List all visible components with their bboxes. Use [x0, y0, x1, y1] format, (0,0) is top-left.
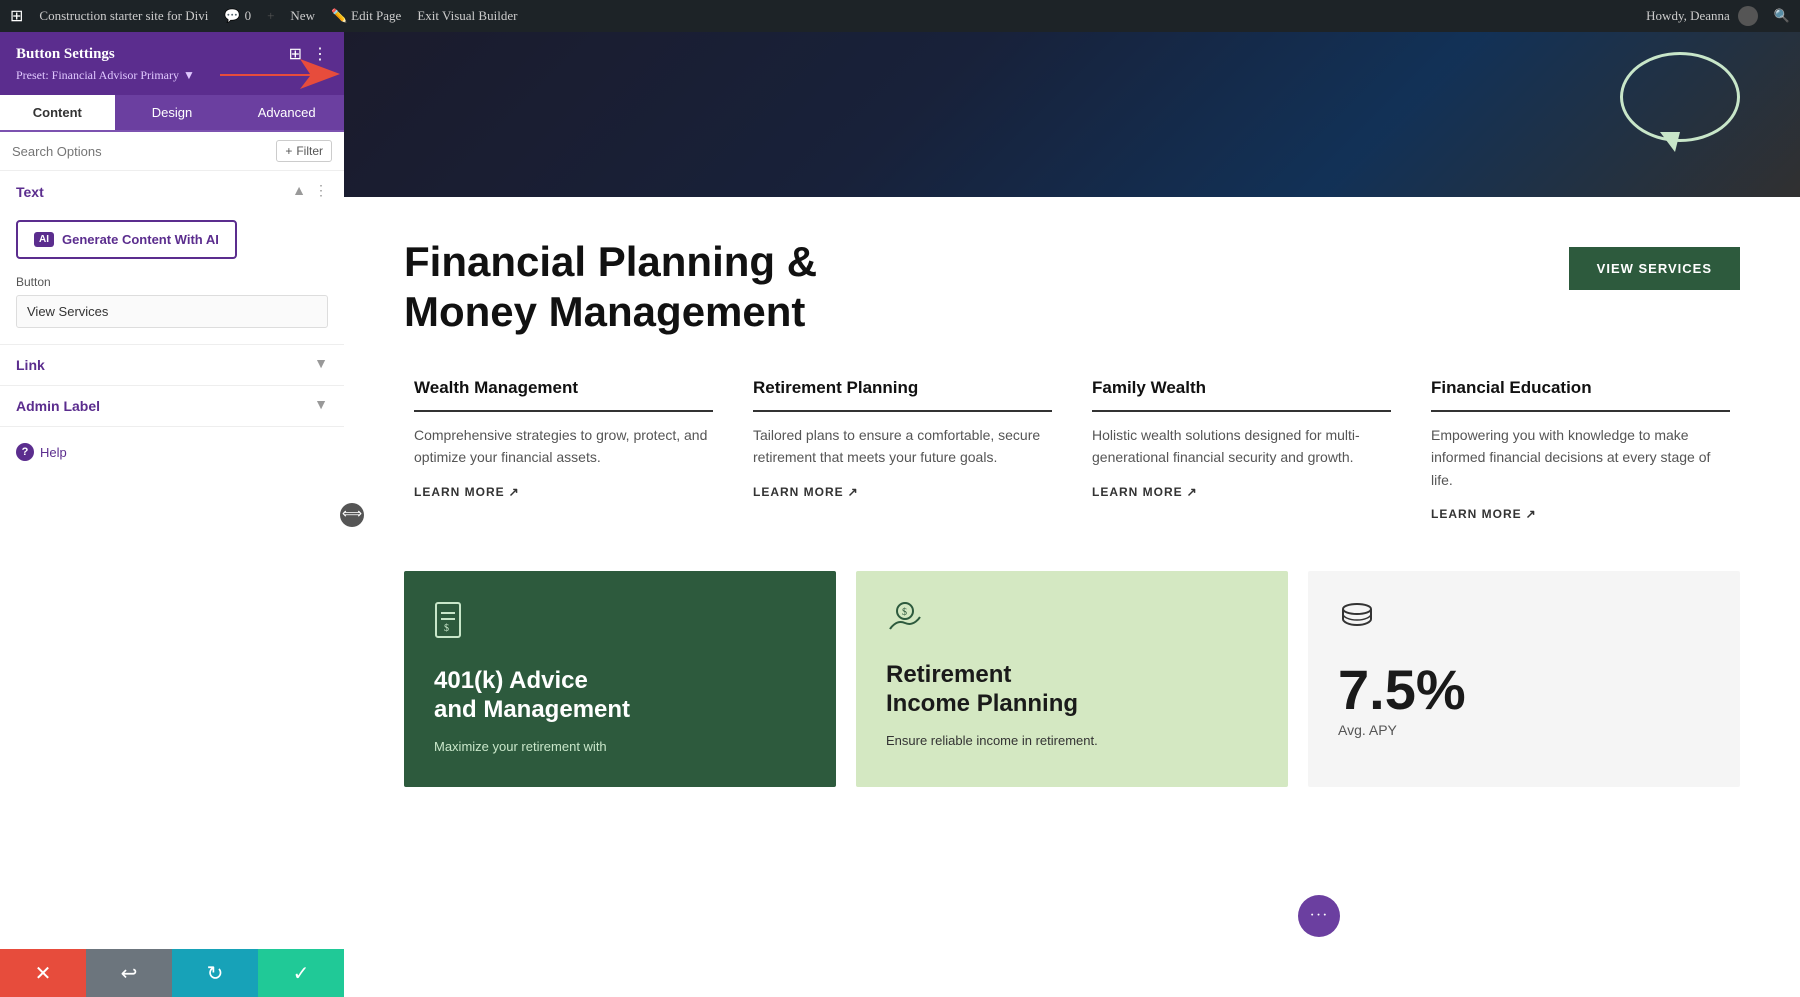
- text-section-header[interactable]: Text ▲ ⋮: [0, 171, 344, 212]
- admin-label-section: Admin Label ▼: [0, 386, 344, 427]
- service-card-financial-education: Financial Education Empowering you with …: [1421, 378, 1740, 521]
- service-card-retirement: Retirement Planning Tailored plans to en…: [743, 378, 1062, 521]
- text-section: Text ▲ ⋮ AI Generate Content With AI But…: [0, 171, 344, 345]
- hero-section: [344, 32, 1800, 197]
- button-field-label: Button: [16, 275, 328, 289]
- filter-button[interactable]: + Filter: [276, 140, 332, 162]
- link-section-header[interactable]: Link ▼: [0, 345, 344, 385]
- panel-toggle-button[interactable]: ⟺: [340, 503, 364, 527]
- search-input[interactable]: [12, 144, 268, 159]
- retirement-planning-learn-more[interactable]: LEARN MORE ↗: [753, 485, 1052, 499]
- wealth-management-title: Wealth Management: [414, 378, 713, 412]
- wordpress-toolbar: ⊞ Construction starter site for Divi 💬 0…: [0, 0, 1800, 32]
- arrow-icon: ↗: [848, 485, 859, 499]
- admin-label-section-header[interactable]: Admin Label ▼: [0, 386, 344, 426]
- card-stat-icon: [1338, 601, 1710, 637]
- filter-icon: +: [285, 144, 292, 158]
- chevron-down-icon: ▼: [183, 68, 195, 83]
- wp-logo-icon: ⊞: [10, 6, 23, 26]
- site-name-link[interactable]: Construction starter site for Divi: [39, 8, 208, 24]
- stat-label: Avg. APY: [1338, 722, 1710, 738]
- card-stat: 7.5% Avg. APY: [1308, 571, 1740, 787]
- wealth-management-learn-more[interactable]: LEARN MORE ↗: [414, 485, 713, 499]
- financial-education-text: Empowering you with knowledge to make in…: [1431, 424, 1730, 491]
- page-preview: Financial Planning & Money Management VI…: [344, 32, 1800, 997]
- new-link[interactable]: New: [290, 8, 315, 24]
- cards-row: $ 401(k) Advice and Management Maximize …: [404, 571, 1740, 787]
- financial-education-title: Financial Education: [1431, 378, 1730, 412]
- svg-text:$: $: [902, 607, 907, 618]
- howdy-section: Howdy, Deanna 🔍: [1646, 6, 1790, 26]
- search-row: + Filter: [0, 132, 344, 171]
- edit-page-link[interactable]: ✏️ Edit Page: [331, 8, 401, 24]
- text-section-icons: ▲ ⋮: [292, 183, 328, 200]
- admin-label-section-title: Admin Label: [16, 398, 100, 414]
- cancel-button[interactable]: ✕: [0, 949, 86, 997]
- panel-tabs: Content Design Advanced: [0, 95, 344, 132]
- admin-label-section-icons: ▼: [314, 398, 328, 414]
- button-text-input[interactable]: [16, 295, 328, 328]
- comments-link[interactable]: 💬 0: [224, 8, 251, 24]
- family-wealth-title: Family Wealth: [1092, 378, 1391, 412]
- help-area[interactable]: ? Help: [0, 427, 344, 477]
- ai-badge: AI: [34, 232, 54, 247]
- exit-builder-link[interactable]: Exit Visual Builder: [417, 8, 517, 24]
- hero-background: [344, 32, 1800, 197]
- help-icon: ?: [16, 443, 34, 461]
- chevron-up-icon[interactable]: ▲: [292, 184, 306, 200]
- link-section: Link ▼: [0, 345, 344, 386]
- card-retirement-income-title: Retirement Income Planning: [886, 661, 1258, 719]
- button-field-row: Button: [0, 275, 344, 344]
- tab-design[interactable]: Design: [115, 95, 230, 130]
- card-401k: $ 401(k) Advice and Management Maximize …: [404, 571, 836, 787]
- service-card-wealth: Wealth Management Comprehensive strategi…: [404, 378, 723, 521]
- chevron-down-icon[interactable]: ▼: [314, 398, 328, 414]
- svg-text:$: $: [444, 623, 449, 634]
- chat-bubble-tail: [1660, 132, 1680, 152]
- link-section-icons: ▼: [314, 357, 328, 373]
- services-grid: Wealth Management Comprehensive strategi…: [404, 378, 1740, 521]
- undo-button[interactable]: ↩: [86, 949, 172, 997]
- chat-bubble-button[interactable]: [1298, 895, 1340, 937]
- settings-panel: Button Settings ⊞ ⋮ Preset: Financial Ad…: [0, 32, 344, 997]
- panel-bottom-bar: ✕ ↩ ↻ ✓: [0, 949, 344, 997]
- arrow-icon: ↗: [509, 485, 520, 499]
- card-401k-icon: $: [434, 601, 806, 647]
- family-wealth-text: Holistic wealth solutions designed for m…: [1092, 424, 1391, 469]
- save-button[interactable]: ✓: [258, 949, 344, 997]
- arrow-icon: ↗: [1526, 507, 1537, 521]
- more-options-icon[interactable]: ⋮: [314, 183, 328, 200]
- user-avatar: [1738, 6, 1758, 26]
- card-401k-text: Maximize your retirement with: [434, 737, 806, 758]
- card-retirement-income: $ Retirement Income Planning Ensure reli…: [856, 571, 1288, 787]
- main-headline: Financial Planning & Money Management: [404, 237, 817, 338]
- tab-advanced[interactable]: Advanced: [229, 95, 344, 130]
- arrow-icon: ↗: [1187, 485, 1198, 499]
- stat-number: 7.5%: [1338, 657, 1710, 722]
- chevron-down-icon[interactable]: ▼: [314, 357, 328, 373]
- link-section-title: Link: [16, 357, 45, 373]
- chat-bubble-outline: [1620, 52, 1740, 142]
- card-retirement-income-text: Ensure reliable income in retirement.: [886, 731, 1258, 752]
- tab-content[interactable]: Content: [0, 95, 115, 130]
- financial-education-learn-more[interactable]: LEARN MORE ↗: [1431, 507, 1730, 521]
- service-card-family-wealth: Family Wealth Holistic wealth solutions …: [1082, 378, 1401, 521]
- card-401k-title: 401(k) Advice and Management: [434, 667, 806, 725]
- redo-button[interactable]: ↻: [172, 949, 258, 997]
- text-section-title: Text: [16, 184, 44, 200]
- content-body: Financial Planning & Money Management VI…: [344, 197, 1800, 827]
- headline-area: Financial Planning & Money Management VI…: [404, 237, 1740, 338]
- view-services-button[interactable]: VIEW SERVICES: [1569, 247, 1740, 290]
- search-icon[interactable]: 🔍: [1774, 8, 1790, 24]
- card-retirement-icon: $: [886, 601, 1258, 641]
- generate-ai-button[interactable]: AI Generate Content With AI: [16, 220, 237, 259]
- red-arrow-indicator: [220, 54, 340, 99]
- wealth-management-text: Comprehensive strategies to grow, protec…: [414, 424, 713, 469]
- retirement-planning-text: Tailored plans to ensure a comfortable, …: [753, 424, 1052, 469]
- text-section-content: AI Generate Content With AI Button: [0, 220, 344, 344]
- panel-title: Button Settings: [16, 46, 115, 63]
- retirement-planning-title: Retirement Planning: [753, 378, 1052, 412]
- family-wealth-learn-more[interactable]: LEARN MORE ↗: [1092, 485, 1391, 499]
